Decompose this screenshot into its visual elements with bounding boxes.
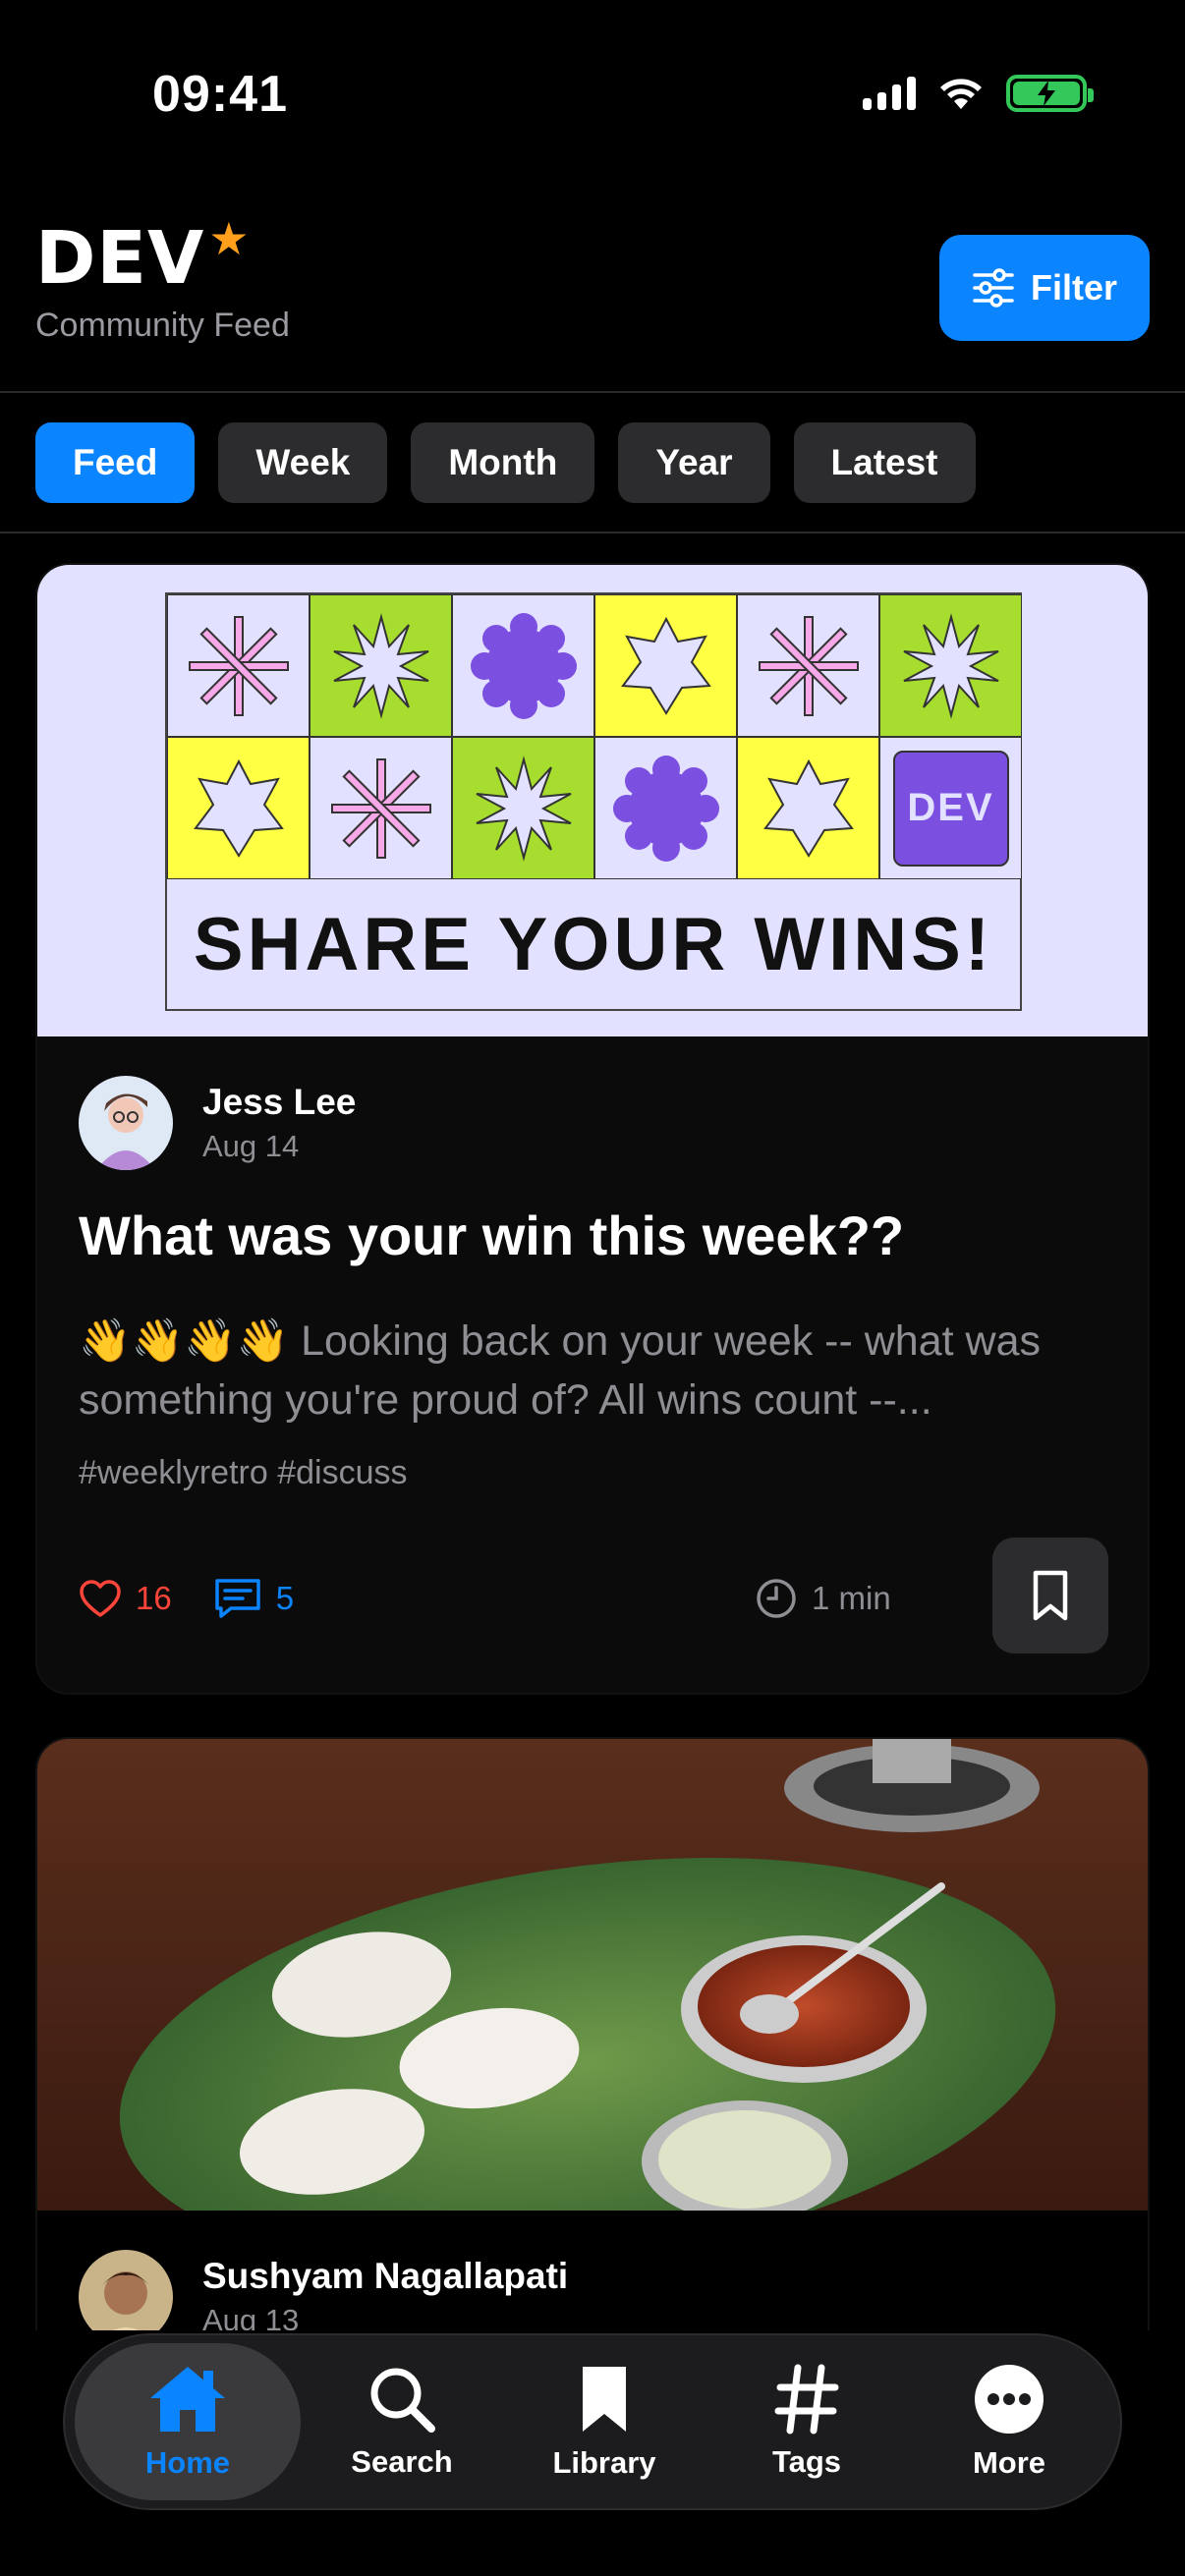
comment-count: 5	[275, 1580, 295, 1616]
tab-more[interactable]: More	[908, 2343, 1110, 2500]
starburst-shape	[310, 594, 452, 737]
heart-icon	[80, 1580, 121, 1617]
flower-shape	[594, 737, 737, 879]
bookmark-icon	[1033, 1570, 1068, 1621]
tab-more-label: More	[972, 2445, 1046, 2480]
post-stats: 16 5	[79, 1577, 294, 1620]
status-bar: 09:41	[0, 0, 1185, 196]
article-card[interactable]: DEV SHARE YOUR WINS! Jess Lee Aug 14 Wha…	[35, 563, 1150, 1695]
logo-text: DEV	[35, 216, 205, 301]
divider	[0, 391, 1185, 393]
tab-search[interactable]: Search	[301, 2343, 503, 2500]
read-time: 1 min	[755, 1577, 891, 1620]
cover-image: DEV SHARE YOUR WINS!	[37, 565, 1148, 1036]
cellular-signal-icon	[863, 77, 916, 110]
bookmark-icon	[583, 2367, 626, 2432]
dev-badge: DEV	[879, 737, 1022, 879]
clock-icon	[757, 1579, 796, 1618]
tab-search-label: Search	[351, 2444, 453, 2479]
wifi-icon	[940, 79, 982, 109]
tab-bar: Home Search Library Tags More	[63, 2333, 1122, 2510]
sliders-icon	[973, 268, 1014, 308]
asterisk-shape	[310, 737, 452, 879]
starburst-shape	[879, 594, 1022, 737]
asterisk-shape	[167, 594, 310, 737]
like-button[interactable]: 16	[79, 1579, 172, 1618]
tab-library[interactable]: Library	[503, 2343, 705, 2500]
post-excerpt: 👋👋👋👋 Looking back on your week -- what w…	[79, 1312, 1120, 1429]
flower-shape	[452, 594, 594, 737]
home-icon	[150, 2367, 225, 2432]
star-shape	[737, 737, 879, 879]
avatar[interactable]	[79, 1076, 173, 1170]
status-time: 09:41	[152, 66, 288, 123]
tab-feed[interactable]: Feed	[35, 422, 196, 503]
author-name[interactable]: Jess Lee	[202, 1082, 356, 1123]
tab-home[interactable]: Home	[75, 2343, 301, 2500]
cover-image	[37, 1739, 1148, 2211]
tab-year[interactable]: Year	[618, 422, 770, 503]
tab-tags[interactable]: Tags	[705, 2343, 908, 2500]
tab-home-label: Home	[144, 2445, 231, 2480]
comment-icon	[214, 1579, 260, 1618]
read-time-text: 1 min	[812, 1580, 891, 1616]
wave-emoji: 👋👋👋👋	[79, 1317, 290, 1365]
dev-badge-text: DEV	[892, 750, 1009, 867]
tab-library-label: Library	[552, 2445, 656, 2480]
filter-label: Filter	[1030, 267, 1117, 308]
tab-week[interactable]: Week	[218, 422, 388, 503]
star-shape	[594, 594, 737, 737]
hashtag-icon	[774, 2364, 839, 2435]
banner-text: SHARE YOUR WINS!	[193, 902, 994, 986]
post-tags[interactable]: #weeklyretro #discuss	[79, 1454, 407, 1492]
comment-button[interactable]: 5	[213, 1577, 294, 1620]
search-icon	[370, 2368, 435, 2433]
divider	[0, 532, 1185, 533]
tab-latest[interactable]: Latest	[793, 422, 976, 503]
star-shape	[167, 737, 310, 879]
like-count: 16	[136, 1580, 172, 1616]
battery-charging-icon	[1006, 75, 1094, 112]
post-date: Aug 14	[202, 1129, 300, 1163]
post-title[interactable]: What was your win this week??	[79, 1204, 1110, 1267]
status-icons	[863, 75, 1094, 112]
more-icon	[975, 2365, 1044, 2434]
dev-logo: DEV ★	[35, 212, 290, 301]
brand: DEV ★ Community Feed	[35, 212, 290, 345]
banner-grid: DEV SHARE YOUR WINS!	[165, 592, 1022, 1011]
post-author[interactable]: Jess Lee Aug 14	[79, 1076, 356, 1170]
asterisk-shape	[737, 594, 879, 737]
starburst-shape	[452, 737, 594, 879]
feed-tabs: Feed Week Month Year Latest	[35, 422, 976, 503]
page-subtitle: Community Feed	[35, 307, 290, 344]
bookmark-button[interactable]	[992, 1538, 1108, 1653]
filter-button[interactable]: Filter	[939, 235, 1150, 341]
tab-month[interactable]: Month	[411, 422, 595, 503]
star-icon: ★	[208, 212, 251, 265]
author-name[interactable]: Sushyam Nagallapati	[202, 2256, 568, 2297]
tab-tags-label: Tags	[771, 2444, 842, 2479]
